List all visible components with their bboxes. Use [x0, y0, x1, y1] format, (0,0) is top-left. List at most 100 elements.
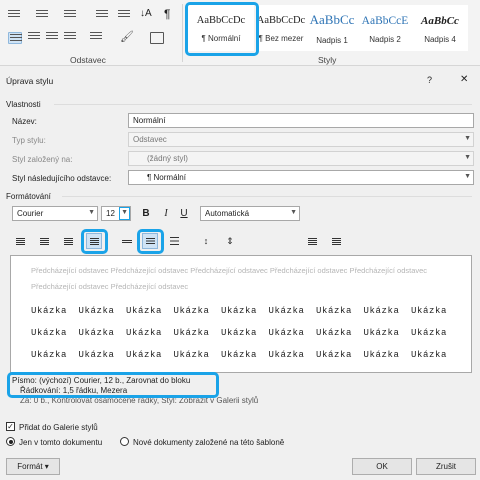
decrease-paragraph-spacing-button[interactable]: ⇕ — [222, 233, 238, 249]
style-tile-heading-2[interactable]: AaBbCcE Nadpis 2 — [358, 5, 412, 51]
style-preview: Předcházející odstavec Předcházející ods… — [10, 255, 472, 373]
cancel-button[interactable]: Zrušit — [416, 458, 476, 475]
add-to-gallery-checkbox[interactable]: ✓ — [6, 422, 15, 431]
borders-button[interactable] — [150, 32, 164, 44]
style-type-value: Odstavec — [133, 135, 167, 144]
sample-word: Ukázka — [316, 328, 353, 338]
italic-button[interactable]: I — [158, 206, 174, 222]
align-justify-ribbon-button[interactable] — [8, 32, 22, 44]
only-this-document-radio[interactable] — [6, 437, 15, 446]
sample-word: Ukázka — [31, 328, 68, 338]
description-highlight — [7, 372, 219, 398]
style-sample: AaBbCcDc — [256, 15, 306, 26]
numbering-button[interactable] — [36, 10, 50, 22]
style-tile-heading-1[interactable]: AaBbCc Nadpis 1 — [306, 5, 358, 51]
decrease-indent-button[interactable] — [304, 233, 320, 249]
decrease-indent-button[interactable] — [96, 10, 110, 22]
decrease-indent-icon — [308, 238, 317, 245]
style-tile-heading-4[interactable]: AaBbCc Nadpis 4 — [412, 5, 468, 51]
styles-group-label: Styly — [318, 55, 337, 65]
previous-paragraph-text: Předcházející odstavec Předcházející ods… — [31, 266, 428, 275]
increase-paragraph-spacing-button[interactable]: ↕ — [198, 233, 214, 249]
sort-icon[interactable]: ↓A — [140, 8, 152, 19]
double-spacing-icon — [170, 237, 179, 245]
align-right-ribbon-button[interactable] — [64, 32, 78, 44]
align-center-button[interactable] — [36, 233, 52, 249]
sample-word: Ukázka — [411, 350, 448, 360]
shading-icon[interactable]: 🖌 — [120, 30, 134, 43]
underline-button[interactable]: U — [176, 206, 192, 222]
font-size-select[interactable]: 12 ▼ — [101, 206, 131, 221]
pilcrow-icon[interactable]: ¶ — [164, 7, 170, 21]
font-select[interactable]: Courier ▼ — [12, 206, 98, 221]
bold-button[interactable]: B — [138, 206, 154, 222]
chevron-down-icon: ▼ — [290, 209, 297, 216]
sample-word: Ukázka — [31, 350, 68, 360]
style-type-select: Odstavec ▼ — [128, 132, 474, 147]
font-size-value: 12 — [106, 209, 115, 218]
properties-heading: Vlastnosti — [6, 100, 41, 109]
formatting-heading: Formátování — [6, 192, 51, 201]
increase-indent-button[interactable] — [118, 10, 132, 22]
sample-word: Ukázka — [316, 350, 353, 360]
single-spacing-button[interactable] — [118, 233, 134, 249]
sample-word: Ukázka — [221, 328, 258, 338]
double-spacing-button[interactable] — [166, 233, 182, 249]
sample-word: Ukázka — [31, 306, 68, 316]
font-color-select[interactable]: Automatická ▼ — [200, 206, 300, 221]
sample-word: Ukázka — [173, 306, 210, 316]
ok-button[interactable]: OK — [352, 458, 412, 475]
increase-indent-button[interactable] — [328, 233, 344, 249]
multilevel-list-button[interactable] — [64, 10, 78, 22]
style-name: Nadpis 1 — [316, 36, 348, 45]
help-button[interactable]: ? — [427, 75, 432, 85]
sample-word: Ukázka — [78, 350, 115, 360]
next-style-value: ¶ Normální — [147, 173, 186, 182]
chevron-down-icon: ▼ — [464, 154, 471, 161]
bullets-button[interactable] — [8, 10, 22, 22]
divider — [62, 196, 472, 197]
sample-line: Ukázka Ukázka Ukázka Ukázka Ukázka Ukázk… — [31, 350, 471, 360]
justify-highlight — [81, 229, 108, 254]
style-tile-no-spacing[interactable]: AaBbCcDc ¶ Bez mezer — [256, 5, 306, 51]
divider — [54, 104, 472, 105]
align-left-ribbon-button[interactable] — [28, 32, 42, 44]
based-on-select: (žádný styl) ▼ — [128, 151, 474, 166]
next-style-select[interactable]: ¶ Normální ▼ — [128, 170, 474, 185]
sample-word: Ukázka — [173, 328, 210, 338]
chevron-down-icon: ▼ — [119, 207, 130, 220]
chevron-down-icon: ▼ — [464, 135, 471, 142]
new-documents-label: Nové dokumenty založené na této šabloně — [133, 438, 285, 447]
sample-line: Ukázka Ukázka Ukázka Ukázka Ukázka Ukázk… — [31, 306, 471, 316]
ribbon-separator — [182, 4, 183, 62]
close-icon[interactable]: ✕ — [460, 74, 468, 85]
spacing-highlight — [137, 229, 164, 254]
style-name: Nadpis 4 — [424, 35, 456, 44]
style-name-input[interactable]: Normální — [128, 113, 474, 128]
sample-word: Ukázka — [221, 350, 258, 360]
sample-word: Ukázka — [78, 328, 115, 338]
new-documents-radio[interactable] — [120, 437, 129, 446]
sample-word: Ukázka — [363, 350, 400, 360]
line-spacing-button[interactable] — [90, 32, 104, 44]
sample-word: Ukázka — [268, 350, 305, 360]
single-spacing-icon — [122, 240, 132, 243]
align-right-icon — [64, 238, 73, 245]
style-name: Nadpis 2 — [369, 35, 401, 44]
sample-word: Ukázka — [316, 306, 353, 316]
align-center-ribbon-button[interactable] — [46, 32, 60, 44]
align-right-button[interactable] — [60, 233, 76, 249]
align-left-icon — [16, 238, 25, 245]
next-style-label: Styl následujícího odstavce: — [12, 174, 112, 183]
sample-word: Ukázka — [126, 328, 163, 338]
based-on-label: Styl založený na: — [12, 155, 73, 164]
previous-paragraph-text: Předcházející odstavec Předcházející ods… — [31, 282, 189, 291]
align-left-button[interactable] — [12, 233, 28, 249]
format-button[interactable]: Formát ▾ — [6, 458, 60, 475]
style-sample: AaBbCcE — [361, 15, 409, 27]
font-value: Courier — [17, 209, 44, 218]
sample-word: Ukázka — [173, 350, 210, 360]
style-name: ¶ Bez mezer — [258, 34, 304, 43]
add-to-gallery-label: Přidat do Galerie stylů — [19, 423, 98, 432]
sample-word: Ukázka — [268, 306, 305, 316]
